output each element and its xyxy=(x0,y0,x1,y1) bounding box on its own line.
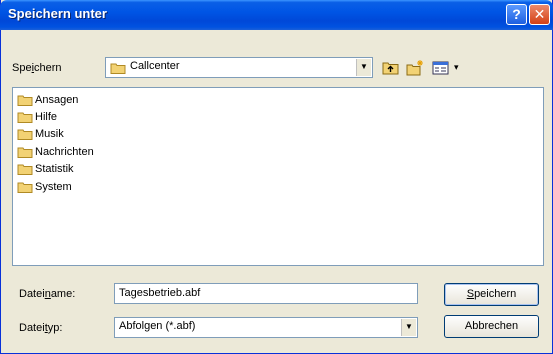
help-button[interactable]: ? xyxy=(506,4,527,25)
save-as-dialog: Speichern unter ? ✕ Speichern Callcenter… xyxy=(0,0,553,354)
location-value: Callcenter xyxy=(130,60,180,72)
folder-icon xyxy=(17,182,33,193)
folder-icon xyxy=(17,95,33,106)
view-menu-arrow-icon[interactable]: ▾ xyxy=(454,62,459,73)
filetype-label: Dateityp: xyxy=(19,322,63,334)
location-dropdown-arrow[interactable]: ▼ xyxy=(356,59,371,76)
folder-icon xyxy=(110,63,126,74)
filetype-dropdown-arrow[interactable]: ▼ xyxy=(401,319,416,336)
folder-name: Ansagen xyxy=(35,94,79,106)
folder-icon xyxy=(17,147,33,158)
chevron-down-icon: ▼ xyxy=(405,322,413,331)
location-combobox[interactable]: Callcenter ▼ xyxy=(105,57,373,78)
cancel-button[interactable]: Abbrechen xyxy=(444,315,539,338)
filename-label: Dateiname: xyxy=(19,288,76,300)
location-label: Speichern xyxy=(12,62,62,74)
folder-icon xyxy=(17,129,33,140)
chevron-down-icon: ▼ xyxy=(360,62,368,71)
folder-name: Nachrichten xyxy=(35,146,94,158)
folder-name: Musik xyxy=(35,128,64,140)
filename-input[interactable]: Tagesbetrieb.abf xyxy=(114,283,418,304)
filename-value: Tagesbetrieb.abf xyxy=(119,287,201,299)
new-folder-icon[interactable] xyxy=(405,59,425,77)
close-button[interactable]: ✕ xyxy=(529,4,550,25)
folder-listbox[interactable]: Ansagen Hilfe Musik Nachrichten Statisti… xyxy=(12,87,544,266)
folder-icon xyxy=(17,112,33,123)
folder-name: Statistik xyxy=(35,163,74,175)
up-folder-icon[interactable] xyxy=(381,59,401,77)
filetype-value: Abfolgen (*.abf) xyxy=(119,320,196,332)
help-icon: ? xyxy=(512,6,521,22)
window-title: Speichern unter xyxy=(8,6,107,21)
folder-icon xyxy=(17,164,33,175)
filetype-combobox[interactable]: Abfolgen (*.abf) ▼ xyxy=(114,317,418,338)
folder-name: System xyxy=(35,181,72,193)
title-bar[interactable]: Speichern unter ? ✕ xyxy=(0,0,553,30)
close-icon: ✕ xyxy=(533,6,546,22)
save-button[interactable]: Speichern xyxy=(444,283,539,306)
folder-name: Hilfe xyxy=(35,111,58,123)
